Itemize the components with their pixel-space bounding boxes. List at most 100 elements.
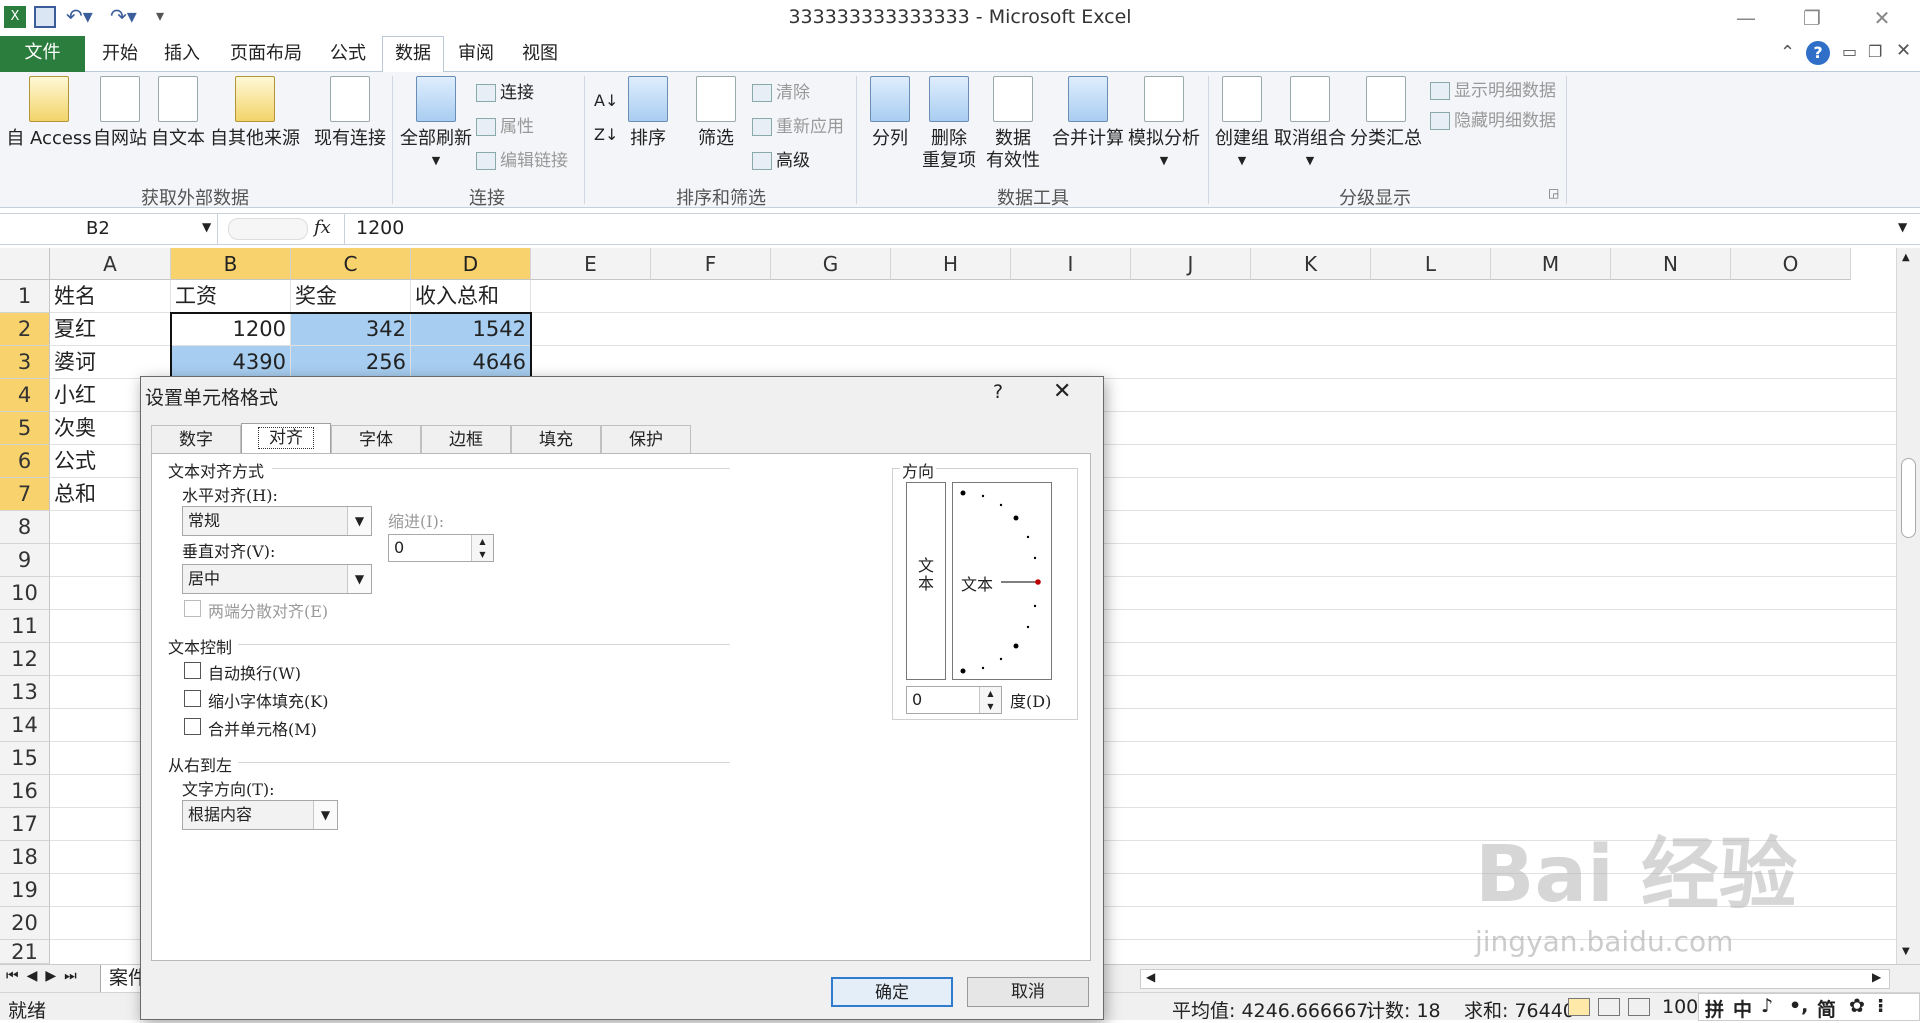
col-header-m[interactable]: M [1491,248,1611,280]
group-button[interactable]: 创建组 ▼ [1212,76,1272,172]
col-header-f[interactable]: F [651,248,771,280]
col-header-c[interactable]: C [291,248,411,280]
ime-simplified[interactable]: 简 [1817,995,1836,1022]
degrees-spinner[interactable]: 0 ▲ ▼ [906,686,1002,714]
advanced-filter-button[interactable]: 高级 [752,144,810,178]
indent-spinner[interactable]: 0 ▲ ▼ [388,534,494,562]
horizontal-scrollbar[interactable] [1140,969,1890,989]
cell-a1[interactable]: 姓名 [50,280,171,313]
tab-page-layout[interactable]: 页面布局 [222,36,310,72]
select-all-corner[interactable] [0,248,50,280]
text-to-columns-button[interactable]: 分列 [862,76,918,150]
justify-distributed-checkbox[interactable] [184,600,201,617]
text-direction-select[interactable]: 根据内容 ▼ [182,800,338,830]
cell-b1[interactable]: 工资 [171,280,291,313]
vertical-scroll-thumb[interactable] [1901,458,1916,538]
properties-button[interactable]: 属性 [476,110,534,144]
shrink-to-fit-checkbox[interactable] [184,690,201,707]
from-web-button[interactable]: 自网站 [86,76,154,150]
row-header[interactable]: 13 [0,676,50,709]
row-header[interactable]: 1 [0,280,50,313]
name-box-dropdown-icon[interactable]: ▼ [202,220,211,234]
close-icon[interactable]: ✕ [1852,2,1912,34]
cell-a2[interactable]: 夏红 [50,313,171,346]
from-other-sources-button[interactable]: 自其他来源 [208,76,302,150]
orientation-dial[interactable]: 文本 [952,482,1052,680]
row-header[interactable]: 16 [0,775,50,808]
tab-file[interactable]: 文件 [0,36,85,72]
tab-view[interactable]: 视图 [508,36,572,72]
tab-formulas[interactable]: 公式 [318,36,378,72]
ime-moon-icon[interactable]: ♪ [1761,995,1773,1017]
col-header-h[interactable]: H [891,248,1011,280]
dialog-launcher-icon[interactable]: ◲ [1548,186,1559,200]
row-header[interactable]: 10 [0,577,50,610]
existing-connections-button[interactable]: 现有连接 [312,76,388,150]
refresh-all-button[interactable]: 全部刷新 ▼ [398,76,474,172]
sheet-nav-icon[interactable]: ⏮◀▶⏭ [6,968,85,984]
data-validation-button[interactable]: 数据 有效性 [980,76,1046,172]
col-header-e[interactable]: E [531,248,651,280]
sort-button[interactable]: 排序 [620,76,676,150]
tab-insert[interactable]: 插入 [154,36,210,72]
row-header[interactable]: 20 [0,907,50,940]
row-header[interactable]: 19 [0,874,50,907]
row-header[interactable]: 18 [0,841,50,874]
col-header-o[interactable]: O [1731,248,1851,280]
vertical-scrollbar[interactable]: ▲ ▼ [1896,248,1920,964]
reapply-button[interactable]: 重新应用 [752,110,844,144]
workbook-restore-icon[interactable]: ❐ [1868,42,1882,61]
hide-detail-button[interactable]: 隐藏明细数据 [1430,104,1556,138]
restore-icon[interactable]: ❐ [1782,2,1842,34]
dialog-tab-font[interactable]: 字体 [331,425,421,453]
ungroup-button[interactable]: 取消组合 ▼ [1272,76,1348,172]
from-text-button[interactable]: 自文本 [148,76,208,150]
row-header[interactable]: 4 [0,379,50,412]
page-break-view-icon[interactable] [1628,998,1650,1016]
col-header-g[interactable]: G [771,248,891,280]
spinner-arrows-icon[interactable]: ▲ ▼ [471,535,493,561]
scroll-up-icon[interactable]: ▲ [1902,252,1910,263]
ime-more-icon[interactable]: ⁝ [1877,995,1884,1017]
subtotal-button[interactable]: 分类汇总 [1348,76,1424,150]
row-header[interactable]: 5 [0,412,50,445]
dialog-tab-fill[interactable]: 填充 [511,425,601,453]
col-header-l[interactable]: L [1371,248,1491,280]
wrap-text-checkbox[interactable] [184,662,201,679]
col-header-i[interactable]: I [1011,248,1131,280]
scroll-down-icon[interactable]: ▼ [1902,946,1910,957]
row-header[interactable]: 6 [0,445,50,478]
ime-chinese[interactable]: 中 [1733,995,1752,1022]
normal-view-icon[interactable] [1568,998,1590,1016]
cancel-button[interactable]: 取消 [967,977,1089,1007]
tab-home[interactable]: 开始 [92,36,148,72]
row-header[interactable]: 9 [0,544,50,577]
page-layout-view-icon[interactable] [1598,998,1620,1016]
collapse-ribbon-icon[interactable]: ⌃ [1780,42,1795,63]
expand-formula-bar-icon[interactable]: ▼ [1898,220,1907,234]
dialog-close-icon[interactable]: ✕ [1053,379,1071,404]
row-header[interactable]: 3 [0,346,50,379]
col-header-n[interactable]: N [1611,248,1731,280]
dialog-help-icon[interactable]: ? [993,381,1003,403]
row-header[interactable]: 8 [0,511,50,544]
merge-cells-checkbox[interactable] [184,718,201,735]
row-header[interactable]: 15 [0,742,50,775]
scroll-right-icon[interactable]: ▶ [1872,970,1881,984]
col-header-a[interactable]: A [50,248,171,280]
remove-duplicates-button[interactable]: 删除 重复项 [918,76,980,172]
row-header[interactable]: 7 [0,478,50,511]
scroll-left-icon[interactable]: ◀ [1146,970,1155,984]
what-if-analysis-button[interactable]: 模拟分析 ▼ [1126,76,1202,172]
tab-review[interactable]: 审阅 [448,36,504,72]
help-icon[interactable]: ? [1806,41,1830,65]
from-access-button[interactable]: 自 Access [4,76,94,150]
formula-input[interactable]: 1200 [356,217,404,239]
filter-button[interactable]: 筛选 [688,76,744,150]
workbook-minimize-icon[interactable]: ▭ [1842,42,1857,61]
ime-pinyin[interactable]: 拼 [1705,995,1724,1022]
clear-filter-button[interactable]: 清除 [752,76,810,110]
workbook-close-icon[interactable]: ✕ [1896,40,1911,61]
dialog-tab-number[interactable]: 数字 [151,425,241,453]
ime-punct-icon[interactable]: •, [1789,995,1808,1017]
